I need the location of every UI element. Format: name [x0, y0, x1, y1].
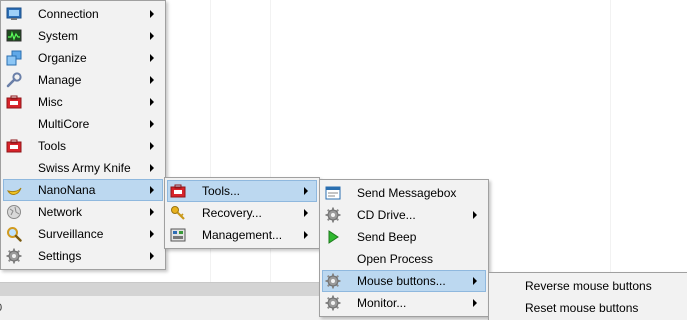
menu-item-label: MultiCore — [38, 117, 90, 131]
submenu-arrow-icon — [150, 32, 154, 40]
menu-item-label: Swiss Army Knife — [38, 161, 131, 175]
system-monitor-icon — [6, 29, 22, 42]
messagebox-icon — [325, 186, 341, 200]
submenu-arrow-icon — [150, 142, 154, 150]
menu-item-recovery[interactable]: Recovery... — [167, 202, 317, 224]
submenu-arrow-icon — [150, 54, 154, 62]
menu-item-multicore[interactable]: MultiCore — [3, 113, 163, 135]
menu-item-cd-drive[interactable]: CD Drive... — [322, 204, 486, 226]
menu-item-label: System — [38, 29, 79, 43]
menu-item-network[interactable]: Network — [3, 201, 163, 223]
menu-item-send-messagebox[interactable]: Send Messagebox — [322, 182, 486, 204]
menu-item-label: Tools... — [202, 184, 241, 198]
mouse-buttons-submenu: Reverse mouse buttons Reset mouse button… — [488, 272, 687, 320]
menu-item-label: Misc — [38, 95, 63, 109]
menu-item-misc[interactable]: Misc — [3, 91, 163, 113]
gear-icon — [325, 273, 341, 289]
menu-item-organize[interactable]: Organize — [3, 47, 163, 69]
menu-item-label: Reset mouse buttons — [525, 301, 639, 315]
key-icon — [171, 206, 185, 220]
submenu-arrow-icon — [473, 299, 477, 307]
tools-submenu: Send Messagebox CD Drive... Send Beep Op… — [319, 179, 489, 317]
menu-item-label: Network — [38, 205, 83, 219]
submenu-arrow-icon — [304, 187, 308, 195]
menu-item-reset-mouse-buttons[interactable]: Reset mouse buttons — [491, 297, 685, 319]
windows-icon — [6, 50, 22, 66]
network-icon — [7, 205, 21, 219]
menu-item-tools-dialog[interactable]: Tools... — [167, 180, 317, 202]
menu-item-system[interactable]: System — [3, 25, 163, 47]
magnifier-icon — [7, 227, 22, 242]
menu-item-label: NanoNana — [38, 183, 96, 197]
menu-item-connection[interactable]: Connection — [3, 3, 163, 25]
menu-item-label: Send Messagebox — [357, 186, 457, 200]
menu-item-reverse-mouse-buttons[interactable]: Reverse mouse buttons — [491, 275, 685, 297]
submenu-arrow-icon — [150, 230, 154, 238]
menu-item-label: Send Beep — [357, 230, 417, 244]
menu-item-open-process[interactable]: Open Process — [322, 248, 486, 270]
menu-item-label: Management... — [202, 228, 283, 242]
submenu-arrow-icon — [473, 211, 477, 219]
menu-item-settings[interactable]: Settings — [3, 245, 163, 267]
submenu-arrow-icon — [150, 252, 154, 260]
menu-item-monitor[interactable]: Monitor... — [322, 292, 486, 314]
toolbox-icon — [6, 139, 22, 153]
menu-item-manage[interactable]: Manage — [3, 69, 163, 91]
submenu-arrow-icon — [304, 209, 308, 217]
submenu-arrow-icon — [150, 208, 154, 216]
submenu-arrow-icon — [150, 98, 154, 106]
column-separator — [610, 0, 611, 282]
menu-item-nanonana[interactable]: NanoNana — [3, 179, 163, 201]
toolbox-icon — [6, 95, 22, 109]
menu-item-label: Manage — [38, 73, 82, 87]
gear-icon — [6, 248, 22, 264]
menu-item-label: Settings — [38, 249, 82, 263]
nanonana-submenu: Tools... Recovery... Management... — [164, 177, 320, 249]
play-icon — [328, 230, 339, 244]
toolbox-icon — [170, 184, 186, 198]
menu-item-label: Recovery... — [202, 206, 262, 220]
menu-item-send-beep[interactable]: Send Beep — [322, 226, 486, 248]
menu-item-label: Open Process — [357, 252, 434, 266]
monitor-icon — [6, 7, 22, 20]
menu-item-label: Mouse buttons... — [357, 274, 446, 288]
submenu-arrow-icon — [150, 186, 154, 194]
gear-icon — [325, 207, 341, 223]
gear-icon — [325, 295, 341, 311]
menu-item-label: Surveillance — [38, 227, 104, 241]
menu-item-mouse-buttons[interactable]: Mouse buttons... — [322, 270, 486, 292]
menu-item-management[interactable]: Management... — [167, 224, 317, 246]
submenu-arrow-icon — [304, 231, 308, 239]
banana-icon — [6, 187, 22, 195]
menu-item-surveillance[interactable]: Surveillance — [3, 223, 163, 245]
submenu-arrow-icon — [150, 76, 154, 84]
menu-item-tools[interactable]: Tools — [3, 135, 163, 157]
main-context-menu: Connection System Organize Manage Misc M… — [0, 0, 166, 270]
menu-item-label: CD Drive... — [357, 208, 416, 222]
menu-item-label: Connection — [38, 7, 99, 21]
submenu-arrow-icon — [150, 10, 154, 18]
submenu-arrow-icon — [150, 120, 154, 128]
submenu-arrow-icon — [150, 164, 154, 172]
menu-item-swiss-army-knife[interactable]: Swiss Army Knife — [3, 157, 163, 179]
submenu-arrow-icon — [473, 277, 477, 285]
menu-item-label: Reverse mouse buttons — [525, 279, 652, 293]
menu-item-label: Monitor... — [357, 296, 407, 310]
wrench-icon — [6, 72, 22, 88]
menu-item-label: Tools — [38, 139, 67, 153]
panel-icon — [170, 228, 186, 242]
menu-item-label: Organize — [38, 51, 87, 65]
status-text: 0 — [0, 302, 2, 314]
